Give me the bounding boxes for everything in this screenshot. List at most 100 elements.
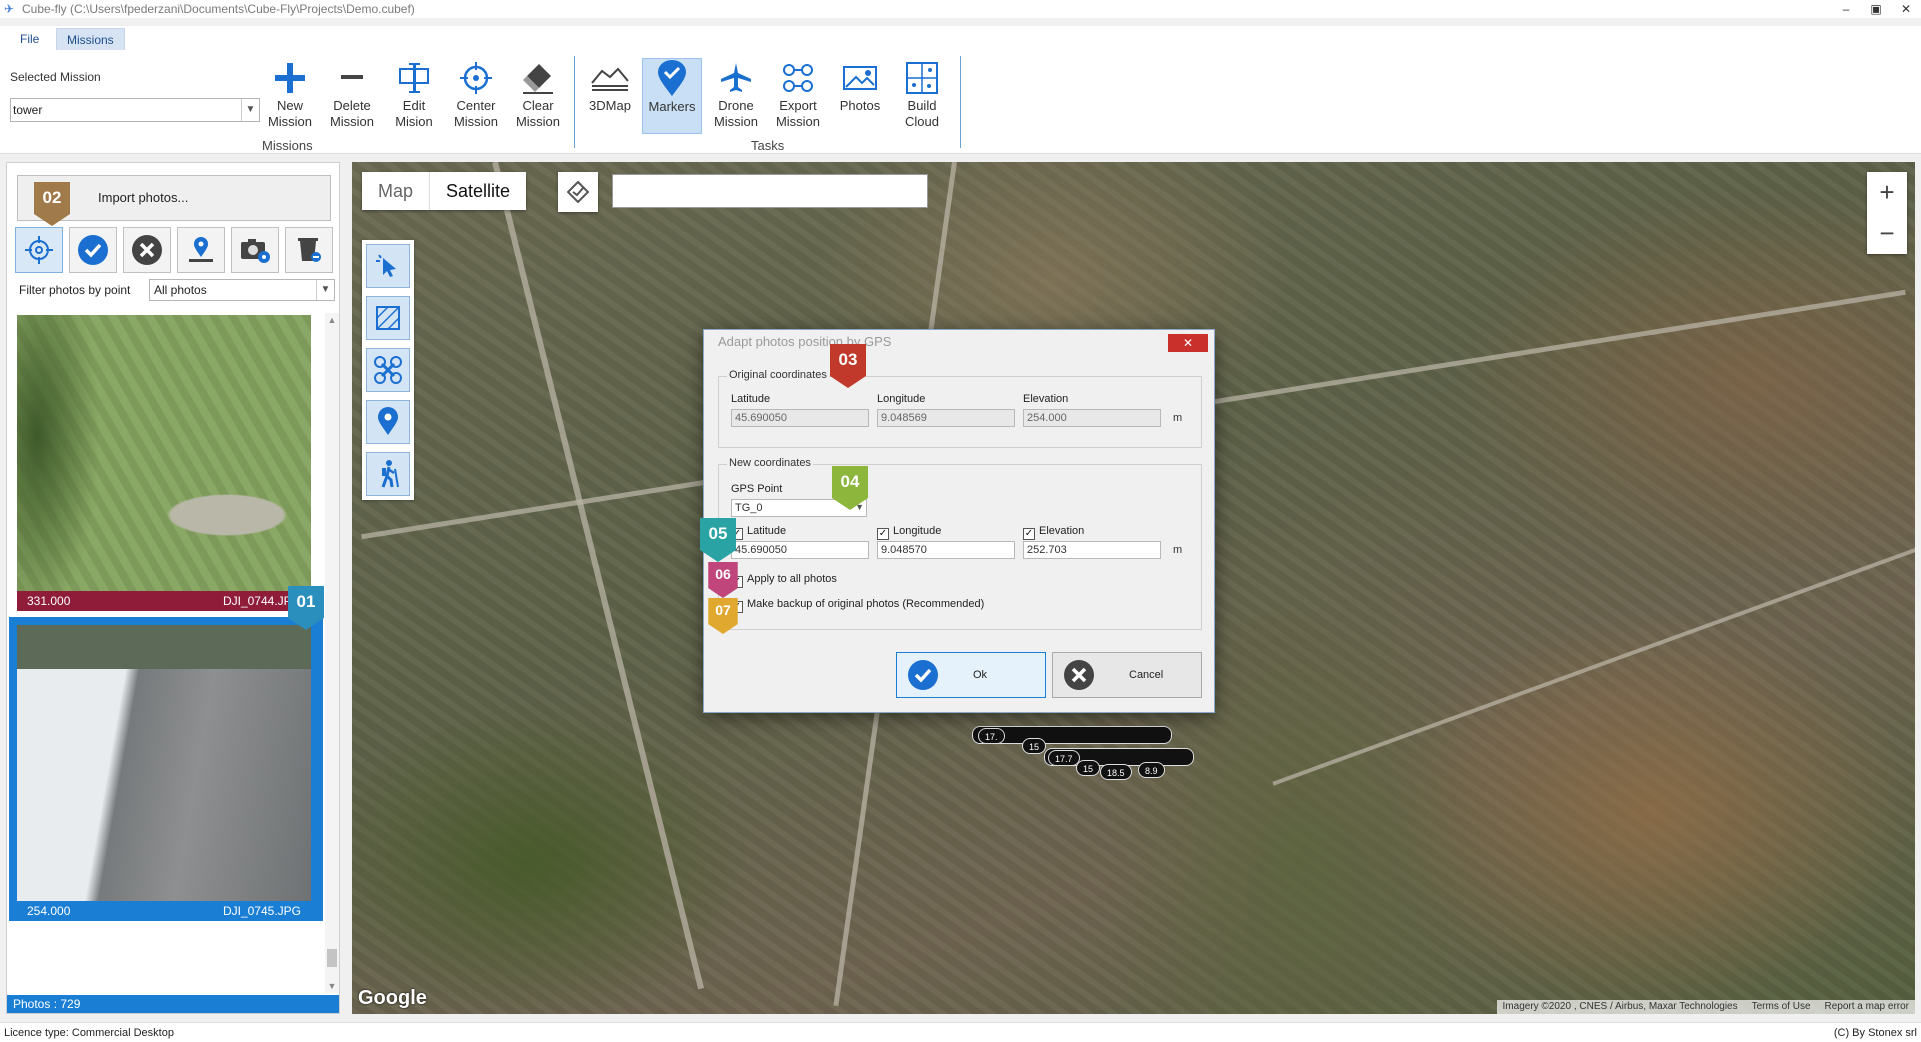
map-search-input[interactable] bbox=[612, 174, 928, 208]
place-marker-tool[interactable] bbox=[177, 227, 225, 273]
build-cloud-button[interactable]: Build Cloud bbox=[892, 58, 952, 134]
delete-mission-button[interactable]: Delete Mission bbox=[322, 58, 382, 134]
close-window-button[interactable]: ✕ bbox=[1891, 0, 1921, 18]
scroll-down-icon[interactable]: ▼ bbox=[325, 979, 339, 993]
photo-marker[interactable]: 15 bbox=[1076, 760, 1101, 776]
new-latitude-field[interactable]: 45.690050 bbox=[731, 541, 869, 559]
clear-mission-button[interactable]: Clear Mission bbox=[508, 58, 568, 134]
ok-button[interactable]: Ok bbox=[896, 652, 1046, 698]
area-tool[interactable] bbox=[366, 296, 410, 340]
map-type-map[interactable]: Map bbox=[362, 172, 429, 210]
cancel-button[interactable]: Cancel bbox=[1052, 652, 1202, 698]
minimize-button[interactable]: – bbox=[1831, 0, 1861, 18]
map-layer-button[interactable] bbox=[558, 172, 598, 212]
map-pin-icon bbox=[378, 407, 398, 435]
filter-select[interactable]: All photos ▼ bbox=[149, 279, 335, 301]
build-cloud-label: Build Cloud bbox=[905, 98, 939, 129]
check-circle-icon bbox=[78, 235, 108, 265]
confirm-tool[interactable] bbox=[69, 227, 117, 273]
photo-marker[interactable]: 17.7 bbox=[1048, 750, 1080, 766]
mission-select[interactable]: tower ▼ bbox=[10, 98, 260, 122]
3dmap-button[interactable]: 3DMap bbox=[580, 58, 640, 134]
new-mission-label: New Mission bbox=[267, 98, 313, 129]
new-latitude-checkbox[interactable]: ✓ Latitude bbox=[731, 525, 786, 540]
markers-button[interactable]: Markers bbox=[642, 58, 702, 134]
gps-point-value: TG_0 bbox=[735, 502, 763, 514]
original-elevation-label: Elevation bbox=[1023, 393, 1069, 405]
zoom-out-button[interactable]: − bbox=[1867, 213, 1907, 254]
dialog-close-button[interactable]: ✕ bbox=[1168, 334, 1208, 352]
original-longitude-label: Longitude bbox=[877, 393, 926, 405]
map-type-satellite[interactable]: Satellite bbox=[429, 172, 526, 210]
apply-all-checkbox[interactable]: ✓Apply to all photos bbox=[731, 573, 837, 588]
terrain-icon bbox=[591, 67, 629, 91]
new-longitude-field[interactable]: 9.048570 bbox=[877, 541, 1015, 559]
map-attribution: Imagery ©2020 , CNES / Airbus, Maxar Tec… bbox=[1496, 1000, 1915, 1014]
select-point-tool[interactable] bbox=[15, 227, 63, 273]
callout-badge-05: 05 bbox=[700, 518, 736, 562]
callout-badge-07: 07 bbox=[708, 598, 738, 642]
missions-group-label: Missions bbox=[262, 138, 313, 153]
edit-mission-button[interactable]: Edit Mision bbox=[384, 58, 444, 134]
diamond-marker-icon bbox=[567, 181, 589, 203]
export-mission-button[interactable]: Export Mission bbox=[768, 58, 828, 134]
selected-mission-label: Selected Mission bbox=[10, 70, 101, 84]
new-mission-button[interactable]: New Mission bbox=[260, 58, 320, 134]
photo-marker[interactable]: 18.5 bbox=[1100, 764, 1132, 780]
original-elevation-field: 254.000 bbox=[1023, 409, 1161, 427]
maximize-button[interactable]: ▣ bbox=[1861, 0, 1891, 18]
hatched-square-icon bbox=[376, 306, 400, 330]
crosshair-icon bbox=[460, 62, 492, 94]
drone-tool[interactable] bbox=[366, 348, 410, 392]
new-longitude-checkbox[interactable]: ✓ Longitude bbox=[877, 525, 941, 540]
report-error-link[interactable]: Report a map error bbox=[1825, 1000, 1909, 1014]
mission-select-value: tower bbox=[13, 103, 43, 117]
drone-mission-label: Drone Mission bbox=[713, 98, 759, 129]
photos-button[interactable]: Photos bbox=[830, 58, 890, 134]
new-coordinates-title: New coordinates bbox=[727, 457, 813, 469]
original-latitude-label: Latitude bbox=[731, 393, 771, 405]
scroll-up-icon[interactable]: ▲ bbox=[325, 313, 339, 327]
select-tool[interactable] bbox=[366, 244, 410, 288]
delete-photos-tool[interactable] bbox=[285, 227, 333, 273]
photos-icon bbox=[843, 66, 877, 90]
photo-marker[interactable]: 15 bbox=[1022, 738, 1047, 754]
tab-file[interactable]: File bbox=[10, 28, 49, 50]
terms-link[interactable]: Terms of Use bbox=[1752, 1000, 1811, 1014]
drone-mission-button[interactable]: Drone Mission bbox=[706, 58, 766, 134]
photo-list-scrollbar[interactable]: ▲ ▼ bbox=[325, 313, 339, 993]
photo-count: Photos : 729 bbox=[7, 995, 339, 1013]
backup-label: Make backup of original photos (Recommen… bbox=[747, 598, 985, 610]
callout-text: 01 bbox=[296, 592, 316, 611]
photo-item-selected[interactable]: 254.000 DJI_0745.JPG bbox=[17, 625, 311, 921]
filter-label: Filter photos by point bbox=[19, 283, 131, 297]
walk-tool[interactable] bbox=[366, 452, 410, 496]
map-road bbox=[1272, 542, 1915, 786]
marker-tool[interactable] bbox=[366, 400, 410, 444]
camera-tool[interactable] bbox=[231, 227, 279, 273]
zoom-in-button[interactable]: + bbox=[1867, 172, 1907, 213]
callout-badge-01: 01 bbox=[288, 586, 324, 630]
status-bar: Licence type: Commercial Desktop (C) By … bbox=[0, 1022, 1921, 1042]
photo-item[interactable]: 331.000 DJI_0744.JPG bbox=[17, 315, 311, 611]
photo-marker[interactable]: 8.9 bbox=[1138, 762, 1165, 778]
new-elevation-checkbox[interactable]: ✓ Elevation bbox=[1023, 525, 1084, 540]
photos-label: Photos bbox=[839, 98, 881, 113]
tab-missions[interactable]: Missions bbox=[56, 28, 125, 50]
center-mission-button[interactable]: Center Mission bbox=[446, 58, 506, 134]
scrollbar-thumb[interactable] bbox=[327, 949, 337, 967]
target-icon bbox=[25, 236, 53, 264]
callout-text: 06 bbox=[715, 566, 731, 582]
chevron-down-icon: ▼ bbox=[241, 99, 259, 121]
plus-icon bbox=[275, 63, 305, 93]
markers-label: Markers bbox=[648, 99, 696, 114]
adapt-gps-dialog: Adapt photos position by GPS ✕ Original … bbox=[703, 329, 1215, 713]
new-elevation-field[interactable]: 252.703 bbox=[1023, 541, 1161, 559]
backup-checkbox[interactable]: ✓Make backup of original photos (Recomme… bbox=[731, 598, 984, 613]
map-pin-icon bbox=[189, 237, 213, 262]
photo-toolbar bbox=[15, 227, 333, 273]
edit-mission-label: Edit Mision bbox=[395, 98, 433, 129]
photo-marker[interactable]: 17. bbox=[978, 728, 1005, 744]
reject-tool[interactable] bbox=[123, 227, 171, 273]
imagery-credit: Imagery ©2020 , CNES / Airbus, Maxar Tec… bbox=[1502, 1001, 1738, 1012]
